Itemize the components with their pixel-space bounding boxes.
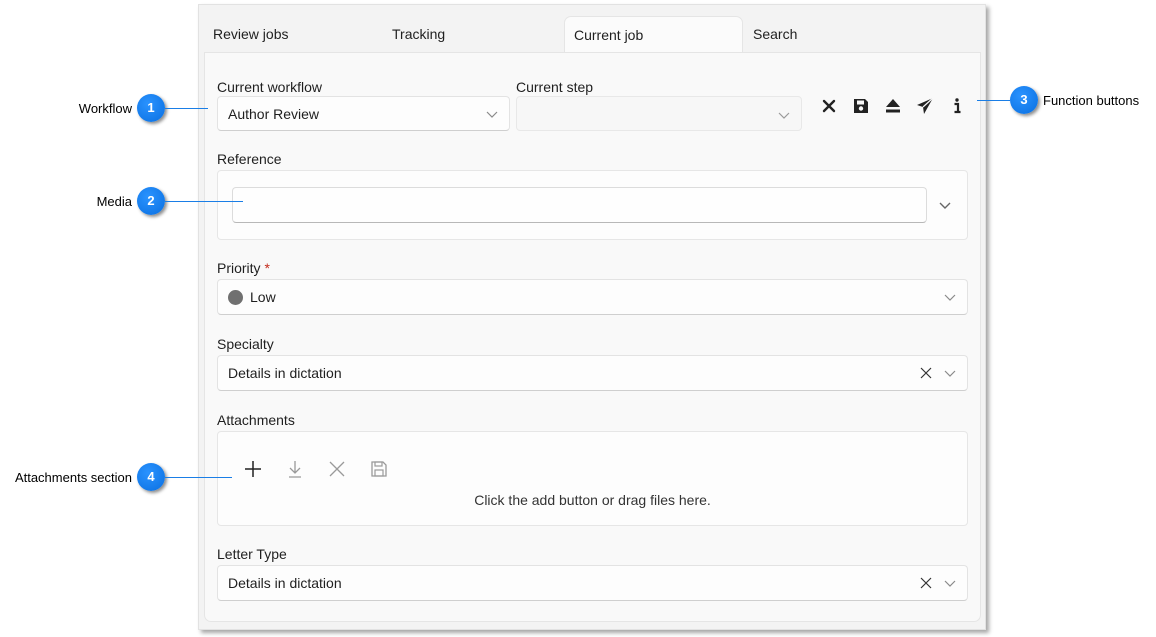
specialty-select[interactable]: Details in dictation <box>217 355 968 391</box>
delete-attachment-button[interactable] <box>326 458 348 480</box>
reference-input[interactable] <box>232 187 927 223</box>
send-button[interactable] <box>913 94 937 118</box>
chevron-down-icon[interactable] <box>938 198 952 212</box>
chevron-down-icon <box>486 111 498 118</box>
tab-bar: Review jobs Tracking Current job Search <box>199 5 985 53</box>
required-marker: * <box>264 260 270 276</box>
eject-button[interactable] <box>881 94 905 118</box>
tab-review-jobs[interactable]: Review jobs <box>204 16 374 53</box>
priority-select[interactable]: Low <box>217 279 968 315</box>
attachments-hint: Click the add button or drag files here. <box>474 492 711 508</box>
callout-line-4 <box>165 477 232 478</box>
app-window: Review jobs Tracking Current job Search … <box>198 4 986 630</box>
current-job-panel: Current workflow Author Review Current s… <box>204 52 981 622</box>
callout-badge-2: 2 <box>137 187 165 215</box>
save-icon <box>854 99 868 113</box>
close-icon <box>822 99 836 113</box>
callout-badge-4: 4 <box>137 463 165 491</box>
letter-type-value: Details in dictation <box>228 575 342 591</box>
priority-label-text: Priority <box>217 260 261 276</box>
chevron-down-icon <box>944 370 956 377</box>
attachments-label: Attachments <box>217 412 295 428</box>
tab-tracking[interactable]: Tracking <box>383 16 553 53</box>
info-icon <box>954 98 961 114</box>
chevron-down-icon <box>944 294 956 301</box>
tab-current-job[interactable]: Current job <box>564 16 743 53</box>
add-attachment-button[interactable] <box>242 458 264 480</box>
letter-type-select[interactable]: Details in dictation <box>217 565 968 601</box>
save-icon <box>371 461 387 477</box>
save-button[interactable] <box>849 94 873 118</box>
current-workflow-select[interactable]: Author Review <box>217 96 510 131</box>
current-workflow-value: Author Review <box>228 106 320 122</box>
chevron-down-icon <box>778 112 790 119</box>
delete-icon <box>329 461 345 477</box>
close-button[interactable] <box>817 94 841 118</box>
info-button[interactable] <box>945 94 969 118</box>
specialty-value: Details in dictation <box>228 365 342 381</box>
reference-media-box <box>217 170 968 240</box>
letter-type-label: Letter Type <box>217 546 287 562</box>
callout-line-1 <box>165 108 208 109</box>
clear-icon[interactable] <box>919 366 933 380</box>
send-icon <box>917 97 934 114</box>
callout-line-2 <box>165 201 243 202</box>
callout-function-buttons-text: Function buttons <box>1043 93 1140 108</box>
callout-workflow-text: Workflow <box>78 101 132 116</box>
priority-label: Priority * <box>217 260 270 276</box>
specialty-label: Specialty <box>217 336 274 352</box>
download-icon <box>289 461 301 478</box>
add-icon <box>245 461 261 477</box>
chevron-down-icon <box>944 580 956 587</box>
priority-color-dot <box>228 290 243 305</box>
current-step-select[interactable] <box>516 96 802 131</box>
callout-badge-3: 3 <box>1010 86 1038 114</box>
callout-line-3 <box>977 100 1010 101</box>
callout-media-text: Media <box>96 194 132 209</box>
attachments-drop-zone[interactable]: Click the add button or drag files here. <box>217 431 968 526</box>
current-step-label: Current step <box>516 79 594 95</box>
download-attachment-button[interactable] <box>284 458 306 480</box>
reference-label: Reference <box>217 151 282 167</box>
tab-search[interactable]: Search <box>744 16 914 53</box>
priority-value: Low <box>250 289 276 305</box>
callout-badge-1: 1 <box>137 94 165 122</box>
callout-attachments-text: Attachments section <box>14 470 132 485</box>
current-workflow-label: Current workflow <box>217 79 323 95</box>
save-attachment-button[interactable] <box>368 458 390 480</box>
clear-icon[interactable] <box>919 576 933 590</box>
eject-icon <box>886 99 900 113</box>
